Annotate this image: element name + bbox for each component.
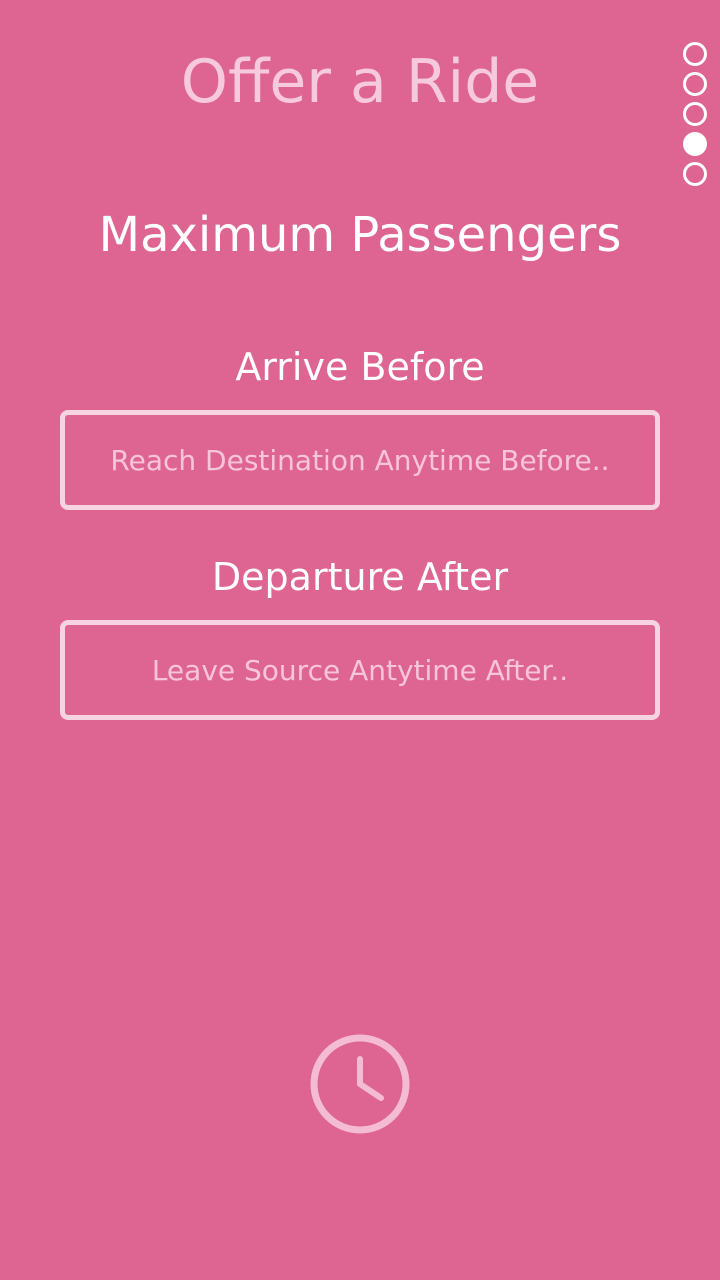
arrive-before-label: Arrive Before bbox=[235, 345, 485, 389]
departure-after-label: Departure After bbox=[211, 555, 509, 599]
page-indicator bbox=[683, 42, 707, 192]
page-indicator-dot-5[interactable] bbox=[683, 162, 707, 186]
page-indicator-dot-3[interactable] bbox=[683, 102, 707, 126]
clock-icon[interactable] bbox=[309, 1033, 411, 1135]
page-indicator-dot-1[interactable] bbox=[683, 42, 707, 66]
arrive-before-input[interactable] bbox=[60, 410, 660, 510]
departure-after-input[interactable] bbox=[60, 620, 660, 720]
page-indicator-dot-2[interactable] bbox=[683, 72, 707, 96]
page-title: Offer a Ride bbox=[180, 47, 540, 117]
section-title: Maximum Passengers bbox=[98, 207, 622, 263]
page-indicator-dot-4-active[interactable] bbox=[683, 132, 707, 156]
